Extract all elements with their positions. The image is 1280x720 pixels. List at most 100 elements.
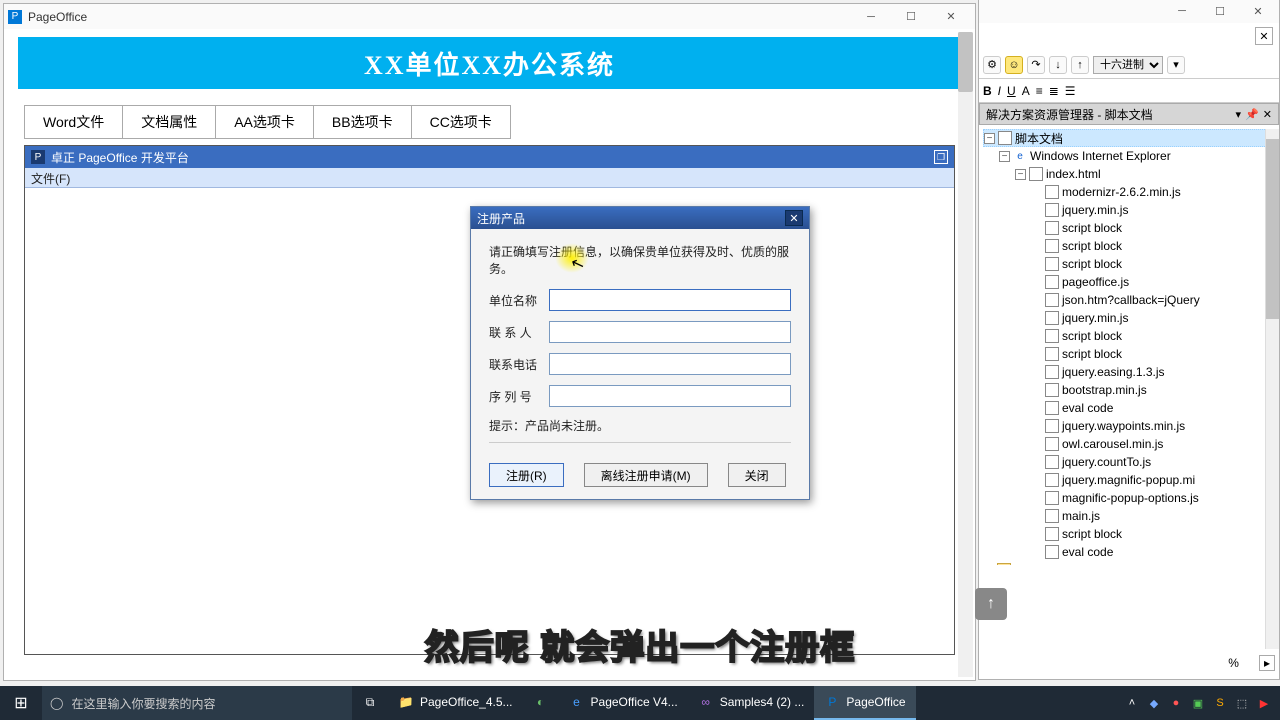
tab-word[interactable]: Word文件: [24, 105, 123, 139]
tree-item[interactable]: script block: [983, 237, 1275, 255]
tab-docprops[interactable]: 文档属性: [122, 105, 216, 139]
task-label: PageOffice: [846, 695, 905, 709]
ie-icon: e: [1013, 149, 1027, 163]
smiley-icon[interactable]: ☺: [1005, 56, 1023, 74]
indent-right-icon[interactable]: ≣: [1049, 84, 1059, 98]
tree-item[interactable]: −C:\...\Samples4\: [983, 561, 1275, 565]
tray-icon[interactable]: ●: [1168, 695, 1184, 711]
doc-icon: [1045, 239, 1059, 253]
collapse-icon[interactable]: −: [983, 565, 994, 566]
tree-item[interactable]: script block: [983, 255, 1275, 273]
step-over-icon[interactable]: ↷: [1027, 56, 1045, 74]
minimize-button[interactable]: ─: [851, 6, 891, 28]
taskbar-task[interactable]: PPageOffice: [814, 686, 915, 720]
system-tray[interactable]: ˄ ◆ ● ▣ S ⬚ ▶: [1116, 695, 1280, 711]
dialog-titlebar[interactable]: 注册产品 ✕: [471, 207, 809, 229]
pin-icon[interactable]: 📌: [1245, 108, 1259, 121]
solution-explorer-header[interactable]: 解决方案资源管理器 - 脚本文档 ▾ 📌 ✕: [979, 103, 1279, 125]
solution-tree[interactable]: −脚本文档−eWindows Internet Explorer−index.h…: [979, 125, 1279, 565]
underline-icon[interactable]: U: [1007, 84, 1016, 98]
tray-icon[interactable]: ◆: [1146, 695, 1162, 711]
tree-item[interactable]: −脚本文档: [983, 129, 1275, 147]
tree-item[interactable]: owl.carousel.min.js: [983, 435, 1275, 453]
tree-item[interactable]: main.js: [983, 507, 1275, 525]
dropdown-arrow-icon[interactable]: ▾: [1236, 108, 1242, 121]
dialog-close-icon[interactable]: ✕: [785, 210, 803, 226]
tree-item[interactable]: jquery.waypoints.min.js: [983, 417, 1275, 435]
tray-icon[interactable]: ▣: [1190, 695, 1206, 711]
step-out-icon[interactable]: ↑: [1071, 56, 1089, 74]
tab-cc[interactable]: CC选项卡: [411, 105, 511, 139]
tree-item[interactable]: script block: [983, 525, 1275, 543]
tree-item[interactable]: script block: [983, 345, 1275, 363]
inner-menu-file[interactable]: 文件(F): [25, 168, 954, 188]
tree-item[interactable]: jquery.countTo.js: [983, 453, 1275, 471]
tab-aa[interactable]: AA选项卡: [215, 105, 314, 139]
taskbar-task[interactable]: ∞Samples4 (2) ...: [688, 686, 815, 720]
indent-left-icon[interactable]: ≡: [1036, 84, 1043, 98]
tree-item-label: Windows Internet Explorer: [1030, 149, 1171, 163]
task-view-button[interactable]: ⧉: [352, 686, 388, 720]
tray-icon[interactable]: ▶: [1256, 695, 1272, 711]
side-window: ─ ☐ ✕ ✕ ⚙ ☺ ↷ ↓ ↑ 十六进制 ▾ B I U A ≡ ≣ ☰ 解…: [978, 0, 1280, 680]
input-phone[interactable]: [549, 353, 791, 375]
tree-item[interactable]: eval code: [983, 399, 1275, 417]
step-into-icon[interactable]: ↓: [1049, 56, 1067, 74]
panel-close-icon[interactable]: ✕: [1263, 108, 1272, 121]
tree-item[interactable]: jquery.easing.1.3.js: [983, 363, 1275, 381]
collapse-icon[interactable]: −: [999, 151, 1010, 162]
tree-item[interactable]: modernizr-2.6.2.min.js: [983, 183, 1275, 201]
collapse-icon[interactable]: −: [1015, 169, 1026, 180]
tree-item[interactable]: magnific-popup-options.js: [983, 489, 1275, 507]
bold-icon[interactable]: B: [983, 84, 992, 98]
tree-item-label: owl.carousel.min.js: [1062, 437, 1163, 451]
tab-bb[interactable]: BB选项卡: [313, 105, 412, 139]
close-button[interactable]: ✕: [931, 6, 971, 28]
list-icon[interactable]: ☰: [1065, 84, 1076, 98]
taskbar-search[interactable]: ◯ 在这里输入你要搜索的内容: [42, 686, 352, 720]
maximize-button[interactable]: ☐: [891, 6, 931, 28]
taskbar-task[interactable]: ◐: [523, 686, 559, 720]
tree-item[interactable]: jquery.magnific-popup.mi: [983, 471, 1275, 489]
side-maximize-button[interactable]: ☐: [1201, 1, 1239, 21]
tree-item[interactable]: bootstrap.min.js: [983, 381, 1275, 399]
tree-item-label: script block: [1062, 329, 1122, 343]
tab-close-icon[interactable]: ✕: [1255, 27, 1273, 45]
input-serial[interactable]: [549, 385, 791, 407]
collapse-icon[interactable]: −: [984, 133, 995, 144]
tree-item[interactable]: pageoffice.js: [983, 273, 1275, 291]
tray-icon[interactable]: S: [1212, 695, 1228, 711]
scroll-to-top-button[interactable]: ↑: [975, 588, 1007, 620]
gear-icon[interactable]: ⚙: [983, 56, 1001, 74]
tree-item[interactable]: eval code: [983, 543, 1275, 561]
taskbar-task[interactable]: 📁PageOffice_4.5...: [388, 686, 523, 720]
italic-icon[interactable]: I: [998, 84, 1001, 98]
format-select[interactable]: 十六进制: [1093, 56, 1163, 74]
font-color-icon[interactable]: A: [1022, 84, 1030, 98]
side-minimize-button[interactable]: ─: [1163, 1, 1201, 21]
vertical-scrollbar[interactable]: [958, 32, 973, 677]
dropdown-icon[interactable]: ▾: [1167, 56, 1185, 74]
tray-icon[interactable]: ⬚: [1234, 695, 1250, 711]
side-scrollbar[interactable]: [1265, 129, 1279, 649]
doc-icon: [1045, 419, 1059, 433]
tree-item[interactable]: script block: [983, 327, 1275, 345]
dialog-close-button[interactable]: 关闭: [728, 463, 786, 487]
input-contact[interactable]: [549, 321, 791, 343]
tree-item[interactable]: jquery.min.js: [983, 201, 1275, 219]
tree-item[interactable]: jquery.min.js: [983, 309, 1275, 327]
task-app-icon: ∞: [698, 694, 714, 710]
tree-item[interactable]: json.htm?callback=jQuery: [983, 291, 1275, 309]
tray-up-icon[interactable]: ˄: [1124, 695, 1140, 711]
register-button[interactable]: 注册(R): [489, 463, 564, 487]
tree-item[interactable]: script block: [983, 219, 1275, 237]
tree-item[interactable]: −index.html: [983, 165, 1275, 183]
offline-register-button[interactable]: 离线注册申请(M): [584, 463, 708, 487]
tree-item[interactable]: −eWindows Internet Explorer: [983, 147, 1275, 165]
input-org[interactable]: [549, 289, 791, 311]
side-close-button[interactable]: ✕: [1239, 1, 1277, 21]
taskbar-task[interactable]: ePageOffice V4...: [559, 686, 688, 720]
start-button[interactable]: ⊞: [0, 686, 42, 720]
inner-maximize-icon[interactable]: ❐: [934, 150, 948, 164]
subtitle: 然后呢 就会弹出一个注册框: [0, 620, 1280, 669]
